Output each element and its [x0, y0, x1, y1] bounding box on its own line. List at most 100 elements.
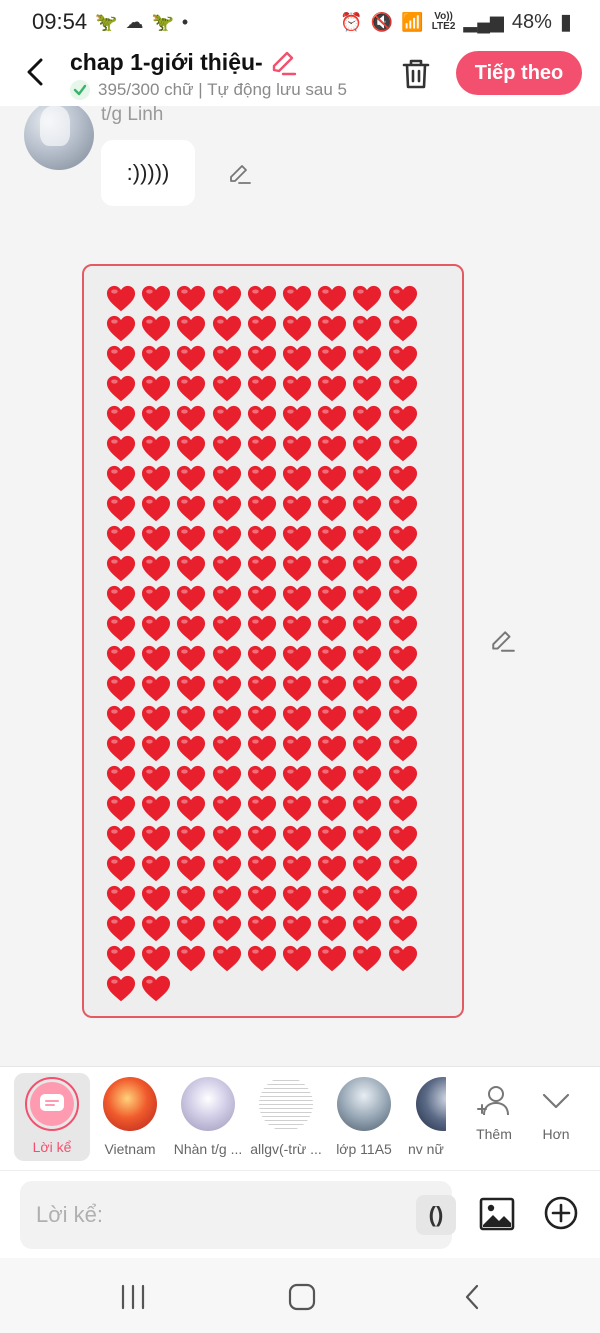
heart-icon [247, 704, 282, 734]
delete-button[interactable] [398, 56, 434, 92]
heart-icon [212, 734, 247, 764]
heart-icon [317, 734, 352, 764]
character-lop-11a5[interactable]: lớp 11A5 [324, 1073, 404, 1157]
heart-icon [388, 854, 423, 884]
chat-content[interactable]: t/g Linh :))))) [0, 106, 600, 1066]
heart-icon [317, 494, 352, 524]
heart-empty-cell [176, 974, 211, 1004]
heart-icon [106, 494, 141, 524]
heart-icon [106, 884, 141, 914]
heart-icon [247, 284, 282, 314]
heart-icon [388, 914, 423, 944]
character-allgv[interactable]: allgv(-trừ ... [246, 1073, 326, 1157]
dot-icon: • [181, 11, 189, 32]
add-character-button[interactable]: Thêm [464, 1081, 524, 1142]
next-button[interactable]: Tiếp theo [456, 51, 582, 95]
insert-image-button[interactable] [478, 1195, 516, 1233]
heart-icon [141, 974, 176, 1004]
pencil-icon [492, 631, 515, 652]
add-button[interactable] [543, 1195, 579, 1231]
character-nhan[interactable]: Nhàn t/g ... [168, 1073, 248, 1157]
heart-icon [106, 344, 141, 374]
heart-icon [317, 854, 352, 884]
heart-icon [317, 464, 352, 494]
message-input[interactable] [36, 1197, 396, 1233]
parenthesis-button[interactable]: () [416, 1195, 456, 1235]
back-nav-button[interactable] [458, 1282, 488, 1312]
message-bubble[interactable]: :))))) [101, 140, 195, 206]
heart-icon [388, 644, 423, 674]
heart-icon [388, 494, 423, 524]
message-input-container[interactable]: () [20, 1181, 456, 1249]
heart-icon [317, 944, 352, 974]
heart-icon [247, 884, 282, 914]
heart-icon [352, 284, 387, 314]
heart-icon [352, 674, 387, 704]
heart-icon [352, 464, 387, 494]
character-narrator[interactable]: Lời kể [14, 1073, 90, 1161]
edit-message-button[interactable] [228, 162, 252, 186]
author-avatar[interactable] [24, 106, 94, 170]
heart-icon [388, 344, 423, 374]
image-icon [479, 1197, 515, 1231]
heart-icon [141, 854, 176, 884]
heart-icon [212, 764, 247, 794]
back-button[interactable] [20, 54, 50, 90]
more-characters-button[interactable]: Hơn [526, 1081, 586, 1142]
heart-empty-cell [352, 974, 387, 1004]
heart-icon [176, 884, 211, 914]
input-row: () [0, 1170, 600, 1258]
speech-bubble-icon [40, 1094, 64, 1111]
heart-icon [317, 644, 352, 674]
heart-icon [282, 704, 317, 734]
heart-icon [212, 914, 247, 944]
heart-icon [176, 614, 211, 644]
heart-icon [106, 734, 141, 764]
heart-icon [141, 374, 176, 404]
character-vietnam[interactable]: Vietnam [90, 1073, 170, 1157]
edit-image-button[interactable] [490, 628, 516, 654]
pencil-icon[interactable] [269, 48, 297, 76]
character-name: Vietnam [104, 1141, 156, 1157]
heart-icon [317, 914, 352, 944]
heart-icon [282, 284, 317, 314]
heart-icon [212, 704, 247, 734]
heart-icon [388, 524, 423, 554]
heart-icon [247, 914, 282, 944]
heart-icon [212, 584, 247, 614]
heart-icon [282, 344, 317, 374]
heart-icon [388, 284, 423, 314]
heart-icon [141, 824, 176, 854]
character-nv-nu[interactable]: nv nữ [402, 1073, 446, 1157]
heart-icon [317, 524, 352, 554]
heart-icon [176, 734, 211, 764]
heart-icon [212, 524, 247, 554]
heart-icon [352, 734, 387, 764]
heart-icon [141, 674, 176, 704]
heart-icon [317, 764, 352, 794]
heart-icon [212, 674, 247, 704]
heart-icon [106, 614, 141, 644]
heart-icon [247, 554, 282, 584]
heart-icon [212, 614, 247, 644]
heart-icon [282, 374, 317, 404]
chapter-title[interactable]: chap 1-giới thiệu- [70, 48, 297, 76]
heart-image-message[interactable] [82, 264, 464, 1018]
heart-icon [212, 404, 247, 434]
heart-icon [106, 704, 141, 734]
heart-icon [106, 374, 141, 404]
narrator-avatar [25, 1077, 79, 1131]
heart-icon [388, 794, 423, 824]
battery-percent: 48% [511, 10, 552, 33]
heart-icon [247, 674, 282, 704]
message-text: :))))) [126, 160, 170, 185]
recent-apps-button[interactable] [118, 1282, 148, 1312]
heart-icon [176, 584, 211, 614]
heart-icon [282, 824, 317, 854]
heart-icon [352, 584, 387, 614]
home-button[interactable] [287, 1282, 317, 1312]
heart-empty-cell [247, 974, 282, 1004]
heart-icon [352, 494, 387, 524]
heart-icon [352, 884, 387, 914]
word-count-text: 395/300 chữ | Tự động lưu sau 5 [98, 80, 348, 99]
